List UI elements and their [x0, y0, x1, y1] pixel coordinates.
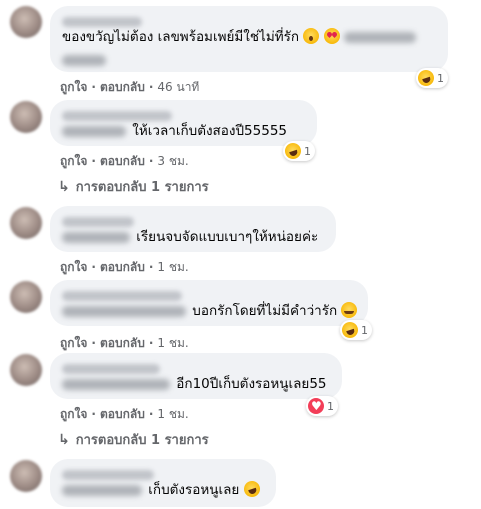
like-button[interactable]: ถูกใจ — [60, 154, 87, 168]
reaction-count: 1 — [437, 71, 444, 85]
author-name-redacted[interactable] — [62, 217, 134, 227]
author-name-redacted[interactable] — [62, 111, 172, 121]
comment-body: บอกรักโดยที่ไม่มีคำว่ารัก — [62, 302, 358, 320]
replies-label: การตอบกลับ 1 รายการ — [75, 433, 209, 448]
reaction-count: 1 — [304, 144, 311, 158]
like-button[interactable]: ถูกใจ — [60, 80, 87, 94]
reaction-summary[interactable]: 1 — [306, 396, 338, 416]
comment-text: อีก10ปีเก็บตังรอหนูเลย55 — [176, 376, 327, 392]
avatar[interactable] — [10, 101, 42, 133]
reaction-count: 1 — [361, 323, 368, 337]
mention-redacted[interactable] — [62, 378, 170, 390]
reply-button[interactable]: ตอบกลับ — [100, 154, 145, 168]
comment-body: เก็บตังรอหนูเลย — [62, 478, 264, 500]
comment-bubble: เก็บตังรอหนูเลย — [50, 459, 276, 507]
avatar[interactable] — [10, 281, 42, 313]
reply-arrow-icon: ↳ — [58, 432, 70, 448]
mention-redacted[interactable] — [62, 125, 126, 137]
love-reaction-icon — [308, 398, 324, 414]
comment-text: ให้เวลาเก็บตังสองปี55555 — [132, 123, 288, 139]
reply-arrow-icon: ↳ — [58, 179, 70, 195]
comment-bubble: เรียนจบจัดแบบเบาๆให้หน่อยค่ะ — [50, 206, 336, 252]
reaction-count: 1 — [327, 399, 334, 413]
comment-bubble: ของขวัญไม่ต้อง เลขพร้อมเพย์มีใช่ไม่ที่รั… — [50, 6, 448, 72]
mention-redacted[interactable] — [62, 305, 186, 317]
view-replies-link[interactable]: ↳ การตอบกลับ 1 รายการ — [58, 176, 209, 197]
mention-redacted[interactable] — [343, 31, 416, 43]
avatar[interactable] — [10, 460, 42, 492]
timestamp[interactable]: 1 ชม. — [157, 336, 188, 350]
comment-actions: ถูกใจ · ตอบกลับ · 1 ชม. — [60, 336, 189, 350]
timestamp[interactable]: 1 ชม. — [157, 407, 188, 421]
avatar[interactable] — [10, 207, 42, 239]
timestamp[interactable]: 46 นาที — [157, 80, 199, 94]
view-replies-link[interactable]: ↳ การตอบกลับ 1 รายการ — [58, 429, 209, 450]
comment-bubble: บอกรักโดยที่ไม่มีคำว่ารัก — [50, 280, 368, 326]
replies-label: การตอบกลับ 1 รายการ — [75, 180, 209, 195]
comment-text: เก็บตังรอหนูเลย — [148, 482, 240, 498]
author-name-redacted[interactable] — [62, 364, 160, 374]
comment-body: ให้เวลาเก็บตังสองปี55555 — [62, 122, 305, 140]
reply-button[interactable]: ตอบกลับ — [100, 80, 145, 94]
reaction-summary[interactable]: 1 — [415, 67, 448, 89]
reply-button[interactable]: ตอบกลับ — [100, 336, 145, 350]
comment-body: อีก10ปีเก็บตังรอหนูเลย55 — [62, 375, 330, 393]
haha-reaction-icon — [415, 67, 437, 89]
author-name-redacted[interactable] — [62, 470, 154, 480]
rolling-laughing-emoji-icon — [241, 478, 262, 500]
author-name-redacted[interactable] — [62, 291, 182, 301]
heart-eyes-emoji-icon — [323, 28, 340, 44]
grinning-emoji-icon — [341, 302, 358, 318]
comment-bubble: ให้เวลาเก็บตังสองปี55555 — [50, 100, 317, 146]
comment-actions: ถูกใจ · ตอบกลับ · 1 ชม. — [60, 407, 189, 421]
like-button[interactable]: ถูกใจ — [60, 260, 87, 274]
mention-redacted[interactable] — [62, 231, 130, 243]
comment-body: เรียนจบจัดแบบเบาๆให้หน่อยค่ะ — [62, 228, 324, 246]
comment-body: ของขวัญไม่ต้อง เลขพร้อมเพย์มีใช่ไม่ที่รั… — [62, 28, 436, 46]
like-button[interactable]: ถูกใจ — [60, 407, 87, 421]
author-name-redacted[interactable] — [62, 17, 142, 27]
comment-text: บอกรักโดยที่ไม่มีคำว่ารัก — [192, 303, 338, 319]
avatar[interactable] — [10, 354, 42, 386]
haha-reaction-icon — [282, 140, 304, 162]
mention-redacted-line2[interactable] — [62, 55, 106, 66]
reply-button[interactable]: ตอบกลับ — [100, 260, 145, 274]
reaction-summary[interactable]: 1 — [282, 140, 315, 162]
like-button[interactable]: ถูกใจ — [60, 336, 87, 350]
comment-actions: ถูกใจ · ตอบกลับ · 3 ชม. — [60, 154, 189, 168]
reply-button[interactable]: ตอบกลับ — [100, 407, 145, 421]
mention-redacted[interactable] — [62, 484, 142, 496]
comment-bubble: อีก10ปีเก็บตังรอหนูเลย55 — [50, 353, 342, 399]
comment-text: เรียนจบจัดแบบเบาๆให้หน่อยค่ะ — [136, 229, 319, 245]
comment-actions: ถูกใจ · ตอบกลับ · 46 นาที — [60, 80, 200, 94]
astonished-emoji-icon — [303, 28, 320, 44]
comment-text: ของขวัญไม่ต้อง เลขพร้อมเพย์มีใช่ไม่ที่รั… — [62, 29, 300, 45]
comment-actions: ถูกใจ · ตอบกลับ · 1 ชม. — [60, 260, 189, 274]
avatar[interactable] — [10, 6, 42, 38]
haha-reaction-icon — [339, 319, 361, 341]
reaction-summary[interactable]: 1 — [339, 319, 372, 341]
timestamp[interactable]: 1 ชม. — [157, 260, 188, 274]
timestamp[interactable]: 3 ชม. — [157, 154, 188, 168]
